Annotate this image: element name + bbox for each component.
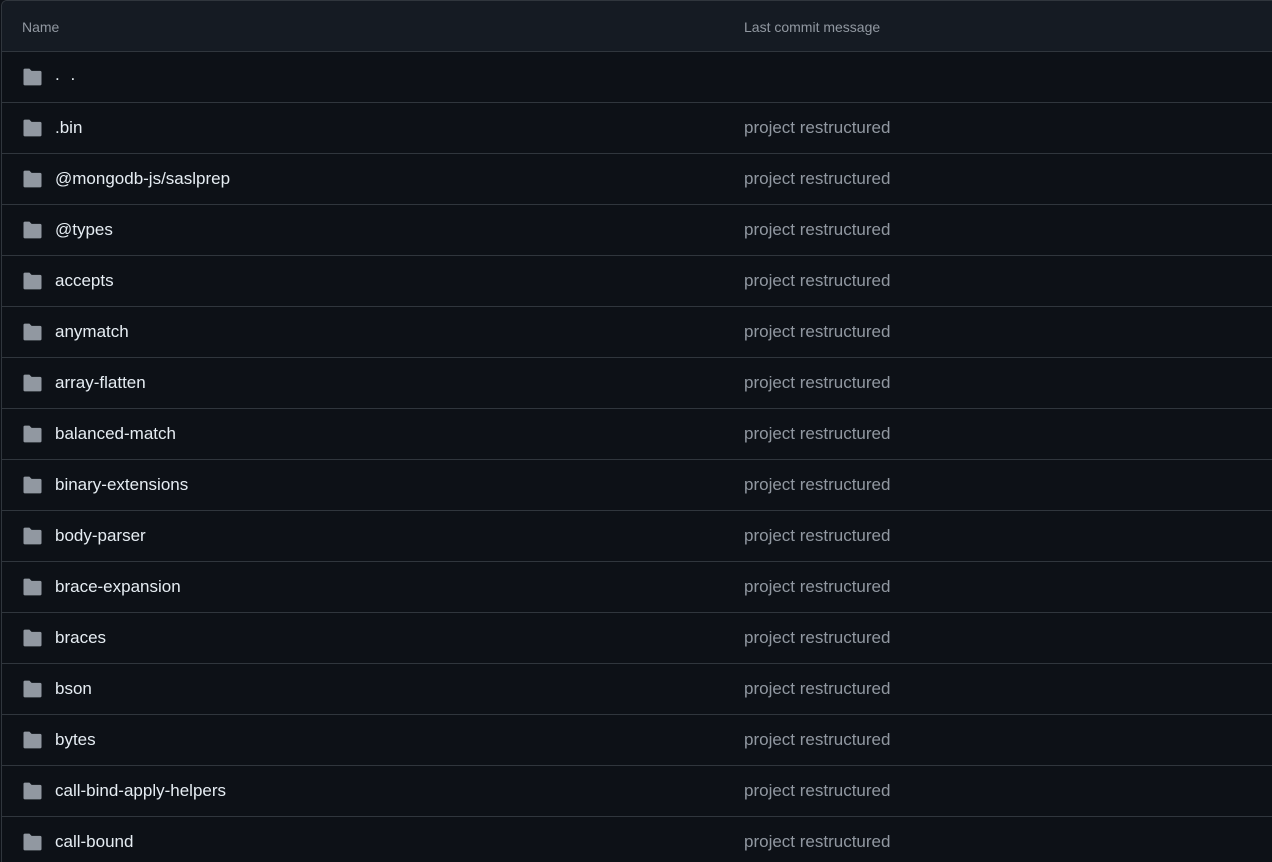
table-row[interactable]: bson project restructured	[2, 664, 1272, 715]
file-name-link[interactable]: call-bind-apply-helpers	[55, 781, 226, 801]
folder-icon	[23, 323, 42, 341]
table-row[interactable]: braces project restructured	[2, 613, 1272, 664]
table-row[interactable]: accepts project restructured	[2, 256, 1272, 307]
table-row[interactable]: balanced-match project restructured	[2, 409, 1272, 460]
table-row[interactable]: brace-expansion project restructured	[2, 562, 1272, 613]
folder-icon	[23, 68, 42, 86]
folder-icon	[23, 680, 42, 698]
folder-icon	[23, 272, 42, 290]
table-header: Name Last commit message	[2, 1, 1272, 52]
folder-icon	[23, 476, 42, 494]
file-name-link[interactable]: .bin	[55, 118, 82, 138]
folder-icon	[23, 425, 42, 443]
commit-message-link[interactable]: project restructured	[744, 424, 890, 444]
file-name-link[interactable]: balanced-match	[55, 424, 176, 444]
commit-message-link[interactable]: project restructured	[744, 577, 890, 597]
table-row[interactable]: .bin project restructured	[2, 103, 1272, 154]
folder-icon	[23, 119, 42, 137]
parent-directory-link[interactable]: . .	[55, 65, 78, 85]
commit-message-link[interactable]: project restructured	[744, 322, 890, 342]
table-row[interactable]: @types project restructured	[2, 205, 1272, 256]
folder-icon	[23, 527, 42, 545]
commit-message-link[interactable]: project restructured	[744, 271, 890, 291]
commit-message-link[interactable]: project restructured	[744, 475, 890, 495]
file-name-link[interactable]: array-flatten	[55, 373, 146, 393]
column-header-last-commit-message: Last commit message	[744, 19, 881, 35]
table-row[interactable]: call-bound project restructured	[2, 817, 1272, 862]
table-row[interactable]: binary-extensions project restructured	[2, 460, 1272, 511]
folder-icon	[23, 782, 42, 800]
commit-message-link[interactable]: project restructured	[744, 730, 890, 750]
file-name-link[interactable]: @mongodb-js/saslprep	[55, 169, 230, 189]
file-name-link[interactable]: braces	[55, 628, 106, 648]
commit-message-link[interactable]: project restructured	[744, 832, 890, 852]
commit-message-link[interactable]: project restructured	[744, 781, 890, 801]
table-row[interactable]: body-parser project restructured	[2, 511, 1272, 562]
file-name-link[interactable]: accepts	[55, 271, 114, 291]
file-name-link[interactable]: binary-extensions	[55, 475, 188, 495]
table-row[interactable]: @mongodb-js/saslprep project restructured	[2, 154, 1272, 205]
file-name-link[interactable]: anymatch	[55, 322, 129, 342]
folder-icon	[23, 578, 42, 596]
folder-icon	[23, 833, 42, 851]
commit-message-link[interactable]: project restructured	[744, 526, 890, 546]
file-name-link[interactable]: bson	[55, 679, 92, 699]
file-name-link[interactable]: brace-expansion	[55, 577, 181, 597]
folder-icon	[23, 170, 42, 188]
commit-message-link[interactable]: project restructured	[744, 373, 890, 393]
commit-message-link[interactable]: project restructured	[744, 169, 890, 189]
file-name-link[interactable]: call-bound	[55, 832, 133, 852]
parent-directory-row[interactable]: . .	[2, 52, 1272, 103]
file-name-link[interactable]: @types	[55, 220, 113, 240]
commit-message-link[interactable]: project restructured	[744, 628, 890, 648]
commit-message-link[interactable]: project restructured	[744, 679, 890, 699]
folder-icon	[23, 374, 42, 392]
table-row[interactable]: bytes project restructured	[2, 715, 1272, 766]
table-row[interactable]: array-flatten project restructured	[2, 358, 1272, 409]
commit-message-link[interactable]: project restructured	[744, 118, 890, 138]
table-row[interactable]: call-bind-apply-helpers project restructu…	[2, 766, 1272, 817]
file-name-link[interactable]: body-parser	[55, 526, 146, 546]
table-row[interactable]: anymatch project restructured	[2, 307, 1272, 358]
folder-icon	[23, 221, 42, 239]
file-table: Name Last commit message . . .bin project…	[1, 0, 1272, 862]
folder-icon	[23, 629, 42, 647]
column-header-name: Name	[22, 19, 60, 35]
file-name-link[interactable]: bytes	[55, 730, 96, 750]
folder-icon	[23, 731, 42, 749]
commit-message-link[interactable]: project restructured	[744, 220, 890, 240]
